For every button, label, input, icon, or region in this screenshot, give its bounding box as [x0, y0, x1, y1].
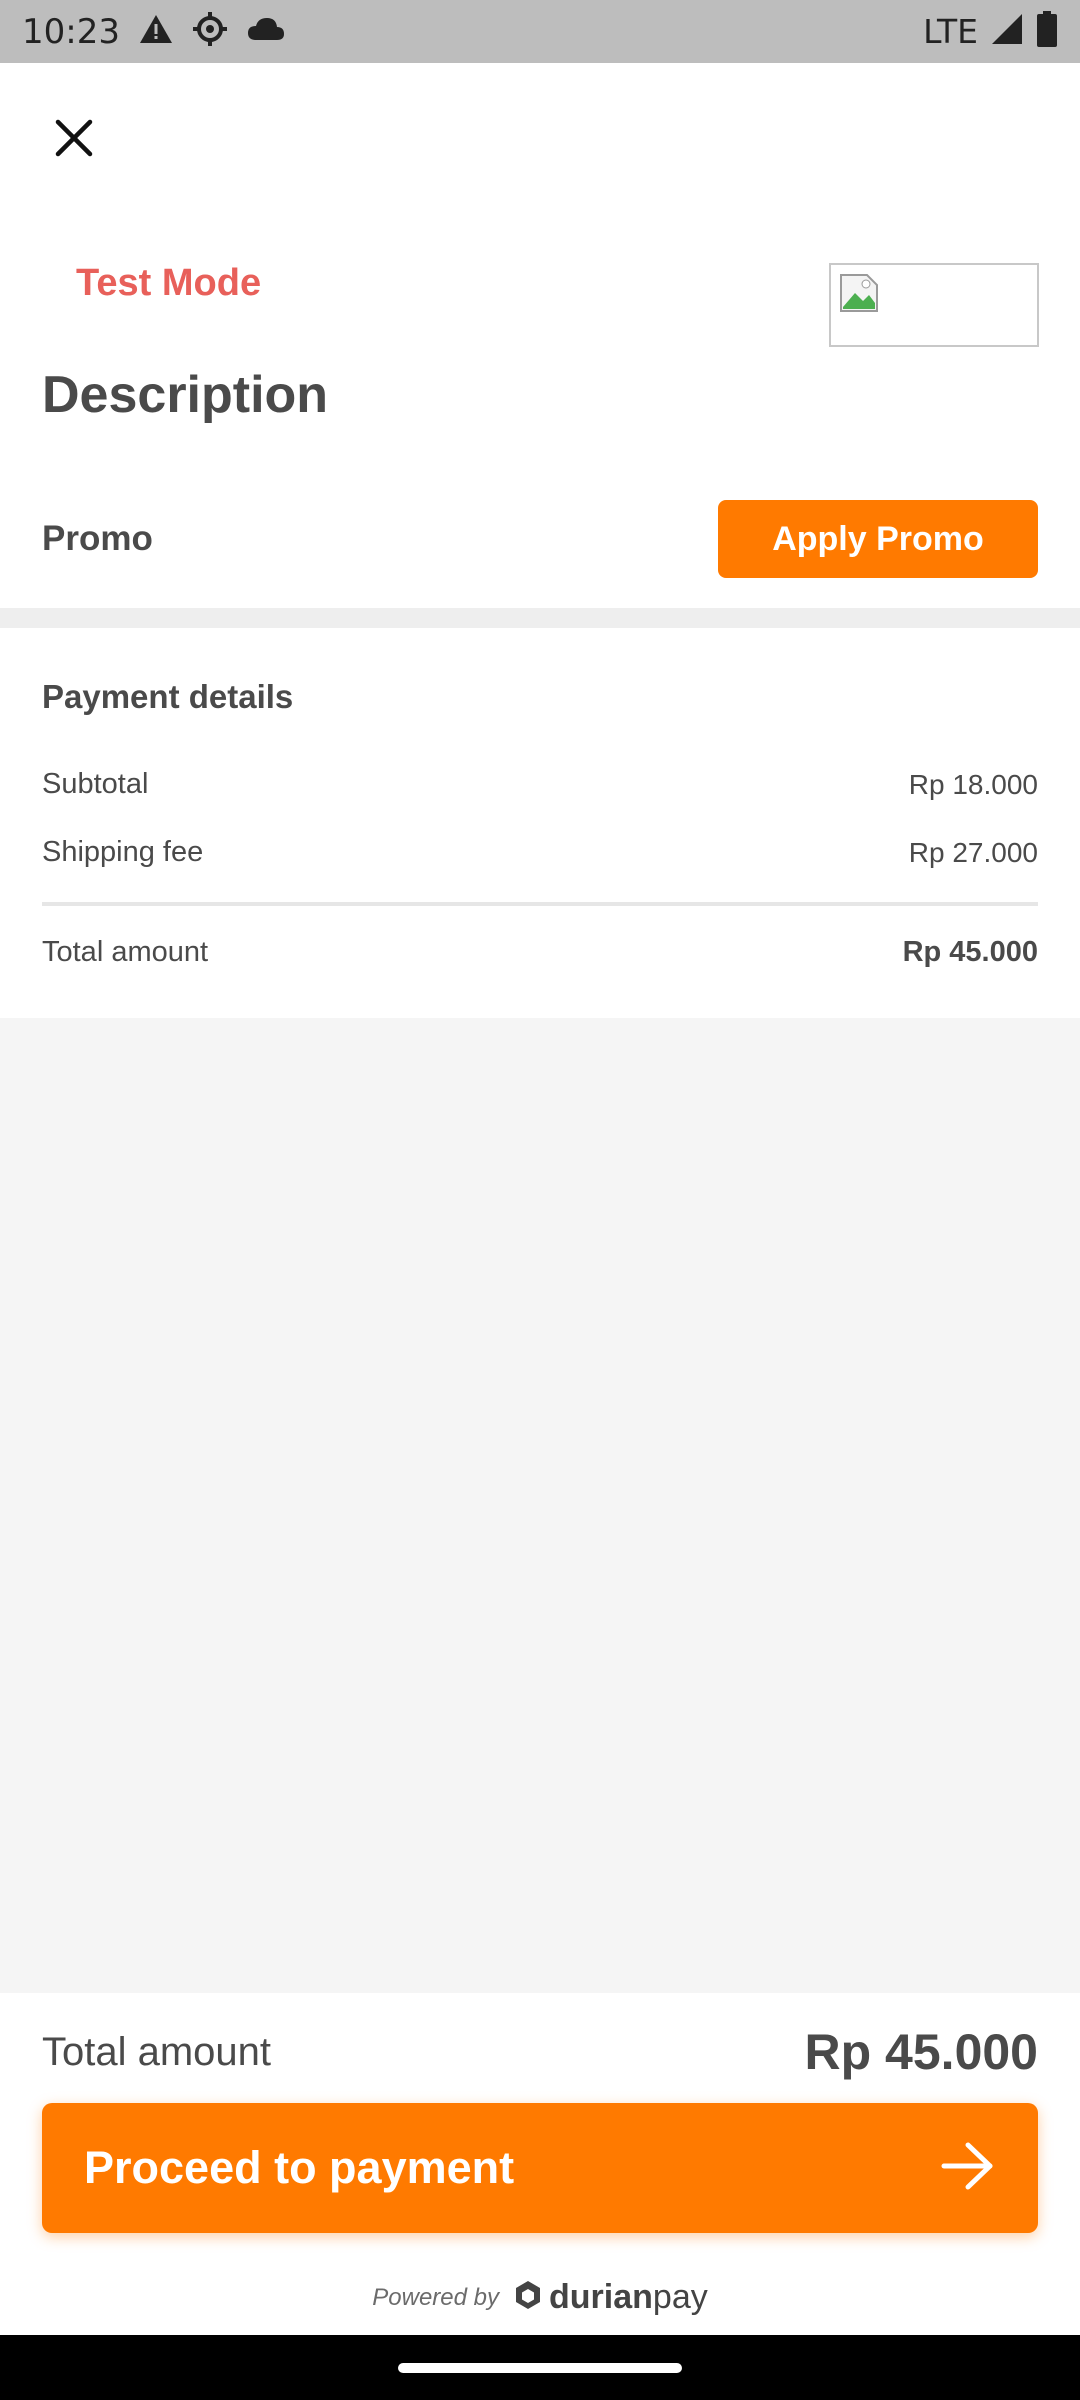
subtotal-label: Subtotal [42, 768, 149, 800]
content-background [0, 1018, 1080, 1993]
payment-details-title: Payment details [42, 678, 294, 715]
status-bar: 10:23 LTE [0, 0, 1080, 63]
status-time: 10:23 [22, 11, 120, 52]
status-right: LTE [923, 11, 1058, 52]
shipping-fee-value: Rp 27.000 [908, 836, 1038, 868]
network-type: LTE [923, 12, 978, 51]
details-separator [42, 902, 1038, 906]
promo-row: Promo Apply Promo [42, 500, 1038, 578]
broken-image-icon [839, 273, 879, 318]
section-divider [0, 608, 1080, 628]
footer-total-label: Total amount [42, 2029, 272, 2074]
powered-by: Powered by durianpay [0, 2278, 1080, 2317]
shipping-fee-row: Shipping fee Rp 27.000 [42, 836, 1038, 869]
cloud-icon [246, 16, 286, 47]
promo-label: Promo [42, 519, 153, 558]
battery-icon [1036, 11, 1058, 52]
powered-by-label: Powered by [372, 2283, 499, 2311]
durianpay-mark-icon [513, 2279, 543, 2316]
shipping-fee-label: Shipping fee [42, 836, 204, 868]
details-total-value: Rp 45.000 [902, 936, 1038, 968]
arrow-right-icon [940, 2141, 996, 2196]
proceed-to-payment-button[interactable]: Proceed to payment [42, 2103, 1038, 2233]
signal-icon [990, 12, 1024, 51]
settings-gear-icon [192, 11, 228, 52]
subtotal-row: Subtotal Rp 18.000 [42, 768, 1038, 801]
footer-total-row: Total amount Rp 45.000 [42, 2023, 1038, 2081]
merchant-logo [829, 263, 1039, 347]
brand-name-light: pay [652, 2278, 708, 2316]
close-icon [55, 119, 93, 157]
test-mode-label: Test Mode [76, 262, 262, 304]
proceed-label: Proceed to payment [84, 2142, 515, 2193]
footer-total-value: Rp 45.000 [804, 2024, 1038, 2080]
subtotal-value: Rp 18.000 [908, 768, 1038, 800]
system-navigation-bar [0, 2335, 1080, 2400]
warning-icon [138, 13, 174, 50]
details-total-label: Total amount [42, 936, 209, 968]
home-gesture-handle[interactable] [398, 2363, 682, 2373]
apply-promo-button[interactable]: Apply Promo [718, 500, 1038, 578]
details-total-row: Total amount Rp 45.000 [42, 936, 1038, 969]
brand-name-bold: durian [549, 2278, 653, 2316]
close-button[interactable] [44, 108, 104, 168]
status-icons-left [138, 11, 286, 52]
payment-details-section: Payment details Subtotal Rp 18.000 Shipp… [0, 628, 1080, 1018]
checkout-footer: Total amount Rp 45.000 Proceed to paymen… [0, 1993, 1080, 2335]
durianpay-logo: durianpay [513, 2278, 708, 2317]
page-title: Description [42, 366, 329, 424]
